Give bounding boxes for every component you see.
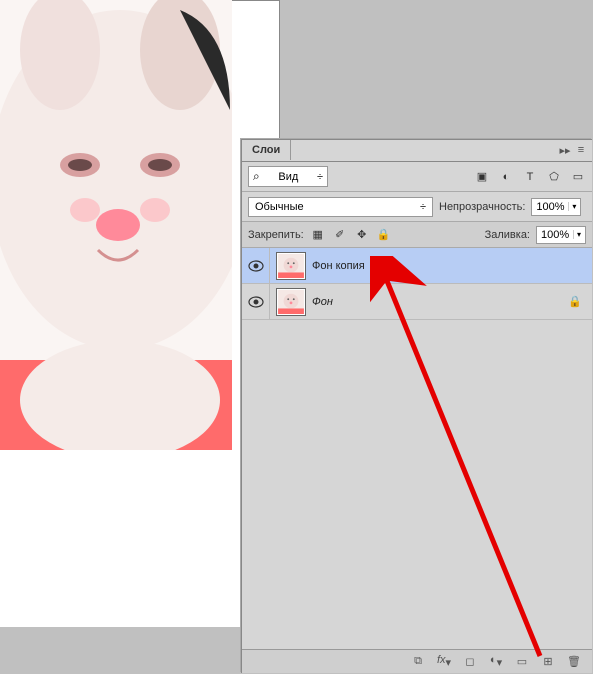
filter-pixel-icon[interactable]: ▣ <box>474 169 490 185</box>
group-icon[interactable]: ▭ <box>514 655 530 668</box>
fill-value: 100% <box>541 229 569 241</box>
layer-row[interactable]: Фон копия <box>242 248 592 284</box>
adjustment-layer-icon[interactable]: ◐▾ <box>488 654 504 669</box>
document-image[interactable] <box>0 0 232 450</box>
dropdown-arrows-icon: ÷ <box>420 201 426 213</box>
layer-thumbnail[interactable] <box>276 252 306 280</box>
layer-thumbnail[interactable] <box>276 288 306 316</box>
visibility-toggle[interactable] <box>242 248 270 283</box>
layer-name: Фон <box>312 296 333 308</box>
layer-fx-icon[interactable]: fx▾ <box>436 654 452 669</box>
search-icon: ⌕ <box>253 169 260 184</box>
opacity-label: Непрозрачность: <box>439 201 525 213</box>
trash-icon[interactable]: 🗑 <box>566 655 582 668</box>
expand-icon[interactable]: ▸▸ <box>558 143 572 157</box>
blend-mode-select[interactable]: Обычные ÷ <box>248 197 433 217</box>
visibility-toggle[interactable] <box>242 284 270 319</box>
layer-row[interactable]: Фон 🔒 <box>242 284 592 320</box>
eye-icon <box>248 296 264 308</box>
lock-label: Закрепить: <box>248 229 304 241</box>
filter-shape-icon[interactable]: ⬠ <box>546 169 562 185</box>
dropdown-arrows-icon: ÷ <box>317 171 323 183</box>
panel-tabs: Слои ▸▸ ≡ <box>242 140 592 162</box>
filter-adjust-icon[interactable]: ◐ <box>498 169 514 185</box>
lock-position-icon[interactable]: ✥ <box>354 227 370 243</box>
filter-smart-icon[interactable]: ▭ <box>570 169 586 185</box>
lock-pixels-icon[interactable]: ✐ <box>332 227 348 243</box>
layer-name: Фон копия <box>312 260 365 272</box>
link-layers-icon[interactable]: ⧉ <box>410 655 426 668</box>
filter-kind-select[interactable]: ⌕ Вид ÷ <box>248 166 328 187</box>
chevron-down-icon: ▾ <box>573 230 581 239</box>
cat-image <box>0 0 232 450</box>
filter-text-icon[interactable]: T <box>522 169 538 185</box>
layers-panel: Слои ▸▸ ≡ ⌕ Вид ÷ ▣ ◐ T ⬠ ▭ Обычные ÷ Не… <box>241 139 592 673</box>
fill-label: Заливка: <box>485 229 530 241</box>
eye-icon <box>248 260 264 272</box>
opacity-input[interactable]: 100% ▾ <box>531 198 581 216</box>
lock-toolbar: Закрепить: ▦ ✐ ✥ 🔒 Заливка: 100% ▾ <box>242 222 592 248</box>
blend-toolbar: Обычные ÷ Непрозрачность: 100% ▾ <box>242 192 592 222</box>
fill-input[interactable]: 100% ▾ <box>536 226 586 244</box>
layer-mask-icon[interactable]: ◻ <box>462 655 478 668</box>
lock-transparency-icon[interactable]: ▦ <box>310 227 326 243</box>
lock-all-icon[interactable]: 🔒 <box>376 227 392 243</box>
blend-mode-value: Обычные <box>255 201 304 213</box>
panel-menu-icon[interactable]: ≡ <box>574 143 588 157</box>
layers-list: Фон копия Фон 🔒 <box>242 248 592 320</box>
new-layer-icon[interactable]: ⊞ <box>540 655 556 668</box>
filter-toolbar: ⌕ Вид ÷ ▣ ◐ T ⬠ ▭ <box>242 162 592 192</box>
chevron-down-icon: ▾ <box>568 202 576 211</box>
tab-layers[interactable]: Слои <box>242 140 291 160</box>
lock-icon: 🔒 <box>568 295 582 308</box>
opacity-value: 100% <box>536 201 564 213</box>
filter-kind-label: Вид <box>278 171 298 183</box>
panel-footer: ⧉ fx▾ ◻ ◐▾ ▭ ⊞ 🗑 <box>242 649 592 673</box>
